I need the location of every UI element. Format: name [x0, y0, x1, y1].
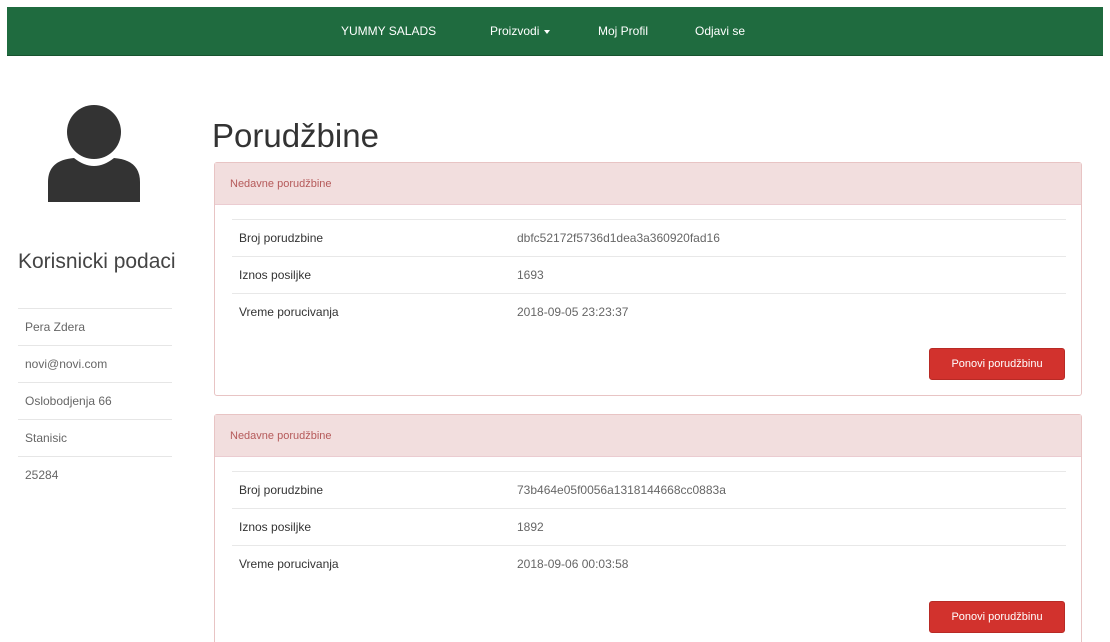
top-navbar: YUMMY SALADS Proizvodi Moj Profil Odjavi…: [7, 7, 1103, 56]
table-row: Vreme porucivanja 2018-09-06 00:03:58: [232, 545, 1066, 583]
profile-name: Pera Zdera: [18, 308, 172, 345]
order-amount-label: Iznos posiljke: [232, 256, 517, 294]
order-panel: Nedavne porudžbine Broj porudzbine dbfc5…: [214, 162, 1082, 396]
order-amount-value: 1693: [517, 256, 1066, 294]
nav-products-dropdown[interactable]: Proizvodi: [490, 7, 551, 56]
profile-city: Stanisic: [18, 419, 172, 456]
order-panel-heading: Nedavne porudžbine: [215, 163, 1081, 205]
order-panel: Nedavne porudžbine Broj porudzbine 73b46…: [214, 414, 1082, 642]
order-time-label: Vreme porucivanja: [232, 293, 517, 331]
order-amount-label: Iznos posiljke: [232, 508, 517, 546]
order-time-label: Vreme porucivanja: [232, 545, 517, 583]
nav-logout-link[interactable]: Odjavi se: [695, 7, 745, 56]
reorder-button[interactable]: Ponovi porudžbinu: [929, 348, 1065, 380]
order-time-value: 2018-09-05 23:23:37: [517, 293, 1066, 331]
nav-brand-link[interactable]: YUMMY SALADS: [341, 7, 436, 56]
table-row: Broj porudzbine 73b464e05f0056a131814466…: [232, 471, 1066, 509]
caret-down-icon: [544, 29, 551, 34]
nav-products-label: Proizvodi: [490, 24, 540, 38]
profile-postal-code: 25284: [18, 456, 172, 493]
nav-profile-link[interactable]: Moj Profil: [598, 7, 648, 56]
table-row: Broj porudzbine dbfc52172f5736d1dea3a360…: [232, 219, 1066, 257]
profile-heading: Korisnicki podaci: [18, 250, 176, 273]
page-title: Porudžbine: [212, 117, 379, 154]
order-details-table: Broj porudzbine 73b464e05f0056a131814466…: [232, 471, 1066, 583]
order-number-label: Broj porudzbine: [232, 471, 517, 509]
table-row: Iznos posiljke 1892: [232, 508, 1066, 546]
order-amount-value: 1892: [517, 508, 1066, 546]
order-details-table: Broj porudzbine dbfc52172f5736d1dea3a360…: [232, 219, 1066, 331]
table-row: Iznos posiljke 1693: [232, 256, 1066, 294]
order-number-value: dbfc52172f5736d1dea3a360920fad16: [517, 219, 1066, 257]
table-row: Vreme porucivanja 2018-09-05 23:23:37: [232, 293, 1066, 331]
order-number-label: Broj porudzbine: [232, 219, 517, 257]
reorder-button[interactable]: Ponovi porudžbinu: [929, 601, 1065, 633]
order-time-value: 2018-09-06 00:03:58: [517, 545, 1066, 583]
profile-details-list: Pera Zdera novi@novi.com Oslobodjenja 66…: [18, 308, 172, 493]
order-panel-heading: Nedavne porudžbine: [215, 415, 1081, 457]
order-number-value: 73b464e05f0056a1318144668cc0883a: [517, 471, 1066, 509]
profile-address: Oslobodjenja 66: [18, 382, 172, 419]
user-silhouette-icon: [48, 105, 140, 202]
profile-email: novi@novi.com: [18, 345, 172, 382]
